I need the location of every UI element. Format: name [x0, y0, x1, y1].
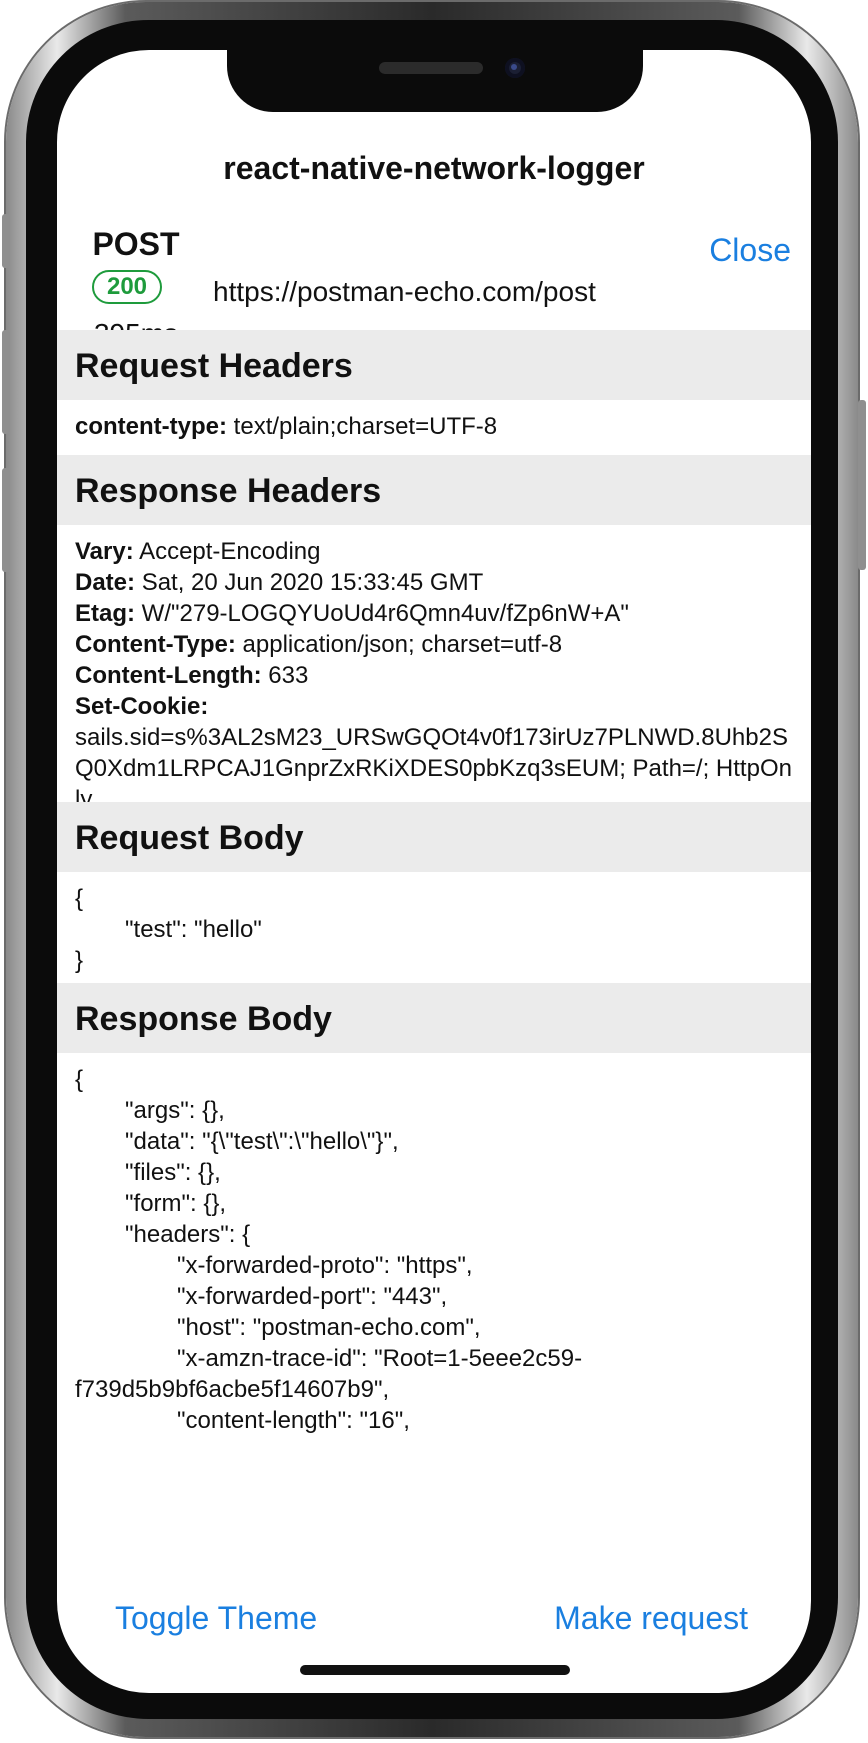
header-key: content-type:	[75, 413, 227, 440]
header-value: Accept-Encoding	[139, 538, 321, 565]
code-line: "content-length": "16",	[177, 1407, 410, 1434]
response-header-row: Vary: Accept-Encoding	[75, 536, 795, 567]
code-line: "headers": {	[125, 1221, 251, 1248]
code-line: "host": "postman-echo.com",	[177, 1314, 481, 1341]
silent-switch	[2, 214, 10, 268]
response-body-content: { "args": {}, "data": "{\"test\":\"hello…	[75, 1064, 795, 1436]
header-key: Content-Type:	[75, 631, 236, 658]
code-line: {	[75, 885, 84, 912]
code-line: "form": {},	[125, 1190, 227, 1217]
volume-up-button	[2, 330, 10, 434]
response-header-row: Content-Length: 633	[75, 660, 795, 691]
request-headers-title: Request Headers	[57, 330, 811, 400]
toggle-theme-button[interactable]: Toggle Theme	[115, 1600, 317, 1637]
code-line: "x-forwarded-port": "443",	[177, 1283, 448, 1310]
code-line: f739d5b9bf6acbe5f14607b9",	[75, 1376, 390, 1403]
header-key: Date:	[75, 569, 136, 596]
front-camera	[505, 58, 525, 78]
code-line: "args": {},	[125, 1097, 225, 1124]
speaker-grille	[379, 62, 483, 74]
header-key: Content-Length:	[75, 662, 262, 689]
status-badge: 200	[92, 270, 162, 304]
response-headers-list: Vary: Accept-Encoding Date: Sat, 20 Jun …	[75, 536, 795, 815]
request-headers-list: content-type: text/plain;charset=UTF-8	[75, 411, 795, 442]
header-value: W/"279-LOGQYUoUd4r6Qmn4uv/fZp6nW+A"	[141, 600, 629, 627]
header-value: Sat, 20 Jun 2020 15:33:45 GMT	[141, 569, 484, 596]
header-key: Etag:	[75, 600, 135, 627]
close-button[interactable]: Close	[709, 232, 791, 269]
header-value: 633	[268, 662, 309, 689]
request-header-row: content-type: text/plain;charset=UTF-8	[75, 411, 795, 442]
code-line: "x-forwarded-proto": "https",	[177, 1252, 473, 1279]
request-body-title: Request Body	[57, 802, 811, 872]
response-headers-title: Response Headers	[57, 455, 811, 525]
phone-notch	[227, 50, 643, 112]
code-line: {	[75, 1066, 84, 1093]
request-method: POST	[92, 226, 180, 262]
code-line: "files": {},	[125, 1159, 221, 1186]
power-button	[858, 400, 866, 570]
header-key: Set-Cookie:	[75, 693, 209, 720]
response-header-row: Etag: W/"279-LOGQYUoUd4r6Qmn4uv/fZp6nW+A…	[75, 598, 795, 629]
code-line: }	[75, 947, 84, 974]
request-url: https://postman-echo.com/post	[213, 276, 596, 307]
response-header-row: Date: Sat, 20 Jun 2020 15:33:45 GMT	[75, 567, 795, 598]
make-request-button[interactable]: Make request	[554, 1600, 748, 1637]
response-header-row: Content-Type: application/json; charset=…	[75, 629, 795, 660]
app-title: react-native-network-logger	[223, 150, 645, 186]
header-key: Vary:	[75, 538, 134, 565]
response-header-row: Set-Cookie:	[75, 691, 795, 722]
home-indicator[interactable]	[300, 1665, 570, 1675]
code-line: "data": "{\"test\":\"hello\"}",	[125, 1128, 399, 1155]
volume-down-button	[2, 468, 10, 572]
header-value: application/json; charset=utf-8	[242, 631, 563, 658]
response-body-title: Response Body	[57, 983, 811, 1053]
request-body-content: { "test": "hello" }	[75, 883, 795, 976]
content-scroll-area[interactable]: react-native-network-logger POST 200 395…	[57, 50, 811, 1603]
header-value: text/plain;charset=UTF-8	[233, 413, 498, 440]
phone-screen: react-native-network-logger POST 200 395…	[57, 50, 811, 1693]
code-line: "test": "hello"	[125, 916, 262, 943]
code-line: "x-amzn-trace-id": "Root=1-5eee2c59-	[177, 1345, 583, 1372]
